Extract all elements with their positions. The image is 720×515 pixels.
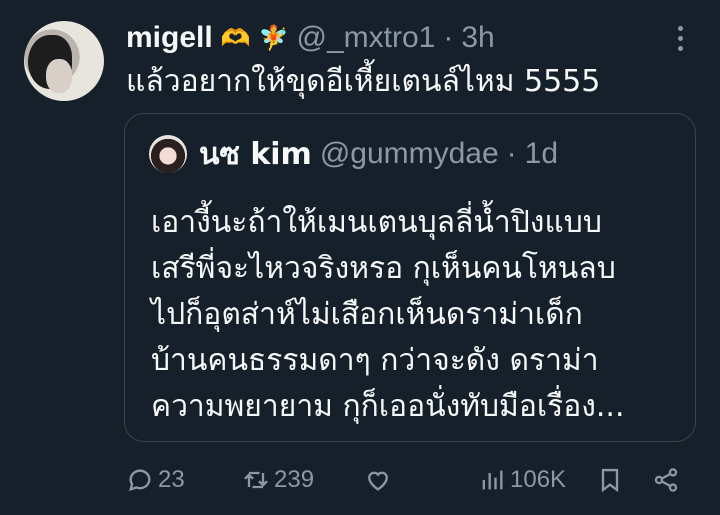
avatar-face [46, 59, 72, 93]
tweet-text: แล้วอยากให้ขุดอีเหี้ยเตนล์ไหม 5555 [126, 64, 601, 99]
retweet-icon [244, 471, 268, 489]
author-handle[interactable]: @_mxtro1 [296, 21, 435, 55]
quote-time: 1d [524, 137, 559, 170]
more-dot [677, 35, 683, 41]
share-button[interactable] [652, 460, 680, 500]
heart-hands-emoji: 🫶 [220, 24, 251, 52]
quote-author-handle: @gummydae [319, 137, 499, 170]
action-bar: 23 239 106K [126, 460, 686, 500]
quote-line: ความพยายาม กุก็เออนั่งทับมือเรื่อง... [151, 389, 625, 424]
reply-count: 23 [158, 466, 185, 493]
tweet-time[interactable]: 3h [461, 21, 494, 55]
author-name[interactable]: migell [126, 21, 213, 55]
bookmark-icon [601, 468, 619, 493]
reply-button[interactable]: 23 [126, 460, 185, 500]
quote-line: เอางี้นะถ้าให้เมนเตนบุลลี่น้ำปิงแบบ [151, 205, 602, 240]
quote-line: บ้านคนธรรมดาๆ กว่าจะดัง ดราม่า [151, 343, 599, 378]
more-dot [677, 25, 683, 31]
like-icon [368, 471, 388, 491]
share-icon [654, 468, 678, 492]
author-avatar[interactable] [24, 21, 104, 101]
retweet-count: 239 [274, 466, 315, 493]
quote-separator-dot: · [506, 137, 517, 170]
quote-author-name: นซ kim [199, 136, 312, 172]
quote-header: นซ kim @gummydae · 1d [199, 134, 558, 174]
like-button[interactable] [364, 460, 392, 500]
quoted-tweet[interactable]: นซ kim @gummydae · 1d เอางี้นะถ้าให้เมนเ… [124, 113, 696, 442]
views-icon [482, 470, 503, 490]
more-dot [677, 45, 683, 51]
views-count: 106K [510, 466, 567, 493]
views-button[interactable]: 106K [478, 460, 566, 500]
quote-line: เสรีพี่จะไหวจริงหรอ กุเห็นคนโหนลบ [151, 251, 616, 286]
more-icon[interactable] [668, 22, 692, 54]
reply-icon [128, 469, 151, 492]
separator-dot: · [443, 21, 454, 54]
retweet-button[interactable]: 239 [242, 460, 314, 500]
tweet-header: migell 🫶 🧚 @_mxtro1 · 3h [126, 18, 495, 58]
quote-author-avatar[interactable] [149, 135, 187, 173]
quote-line: ไปก็อุตส่าห์ไม่เสือกเห็นดราม่าเด็ก [151, 297, 583, 332]
bookmark-button[interactable] [596, 460, 624, 500]
fairy-emoji: 🧚 [258, 24, 289, 52]
quote-text: เอางี้นะถ้าให้เมนเตนบุลลี่น้ำปิงแบบ เสรี… [151, 200, 681, 430]
